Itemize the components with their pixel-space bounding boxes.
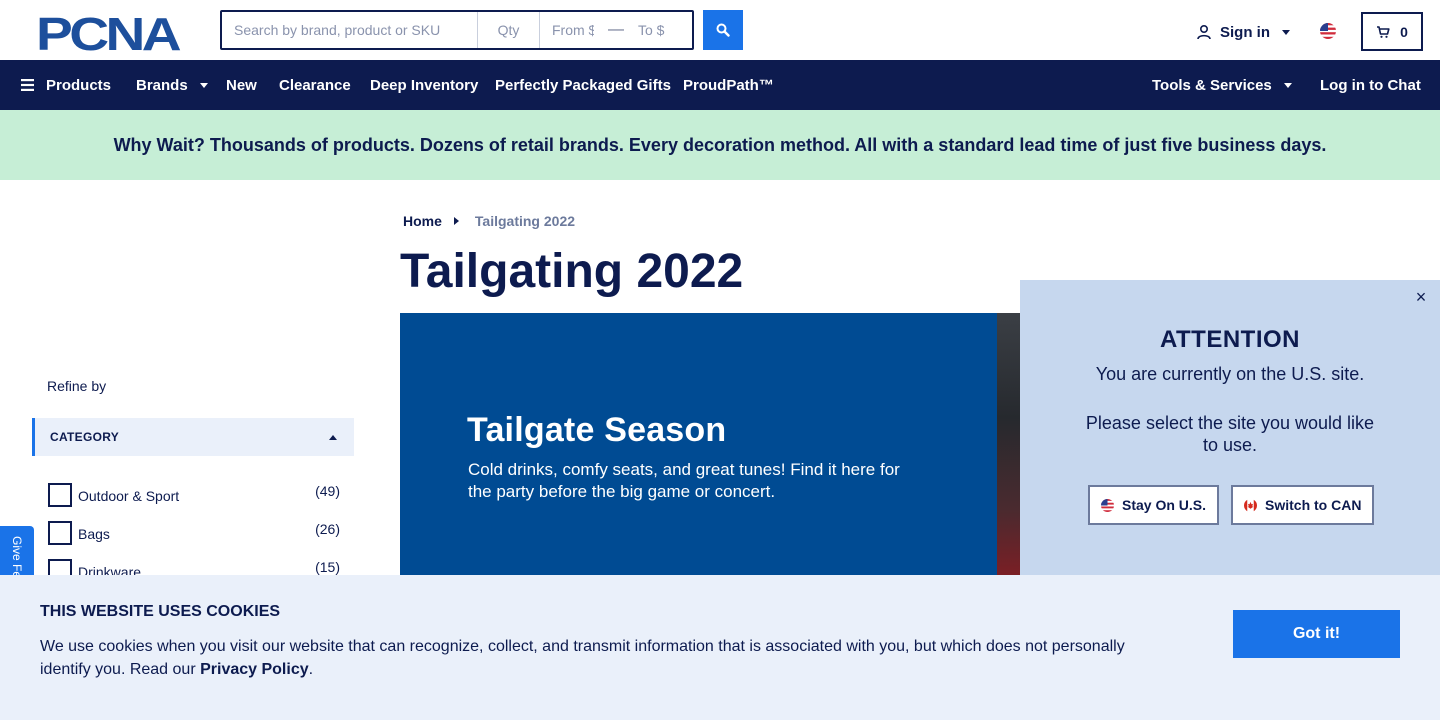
hamburger-icon: [21, 79, 34, 91]
stay-us-button[interactable]: Stay On U.S.: [1088, 485, 1220, 525]
cookie-end: .: [308, 661, 314, 678]
search-button[interactable]: [703, 10, 743, 50]
top-header: PCNA — Sign in: [0, 0, 1440, 60]
nav-chat-label: Log in to Chat: [1320, 76, 1421, 94]
nav-proudpath[interactable]: ProudPath™: [683, 60, 774, 110]
attention-current-site: You are currently on the U.S. site.: [1095, 364, 1365, 384]
got-it-button[interactable]: Got it!: [1233, 610, 1400, 658]
nav-brands-label: Brands: [136, 76, 188, 94]
cart-icon: [1377, 25, 1390, 38]
cookie-banner: THIS WEBSITE USES COOKIES We use cookies…: [0, 575, 1440, 720]
search-group: —: [220, 10, 694, 50]
page: PCNA — Sign in: [0, 0, 1440, 720]
price-range-dash: —: [608, 21, 624, 38]
page-title: Tailgating 2022: [400, 245, 744, 298]
stay-us-label: Stay On U.S.: [1122, 497, 1207, 513]
pcna-logo[interactable]: PCNA: [36, 12, 186, 52]
nav-clearance[interactable]: Clearance: [279, 60, 351, 110]
got-it-label: Got it!: [1292, 625, 1341, 642]
hero-title: Tailgate Season: [467, 411, 727, 449]
nav-clearance-label: Clearance: [279, 76, 351, 94]
category-label: Outdoor & Sport: [78, 488, 180, 504]
cookie-title: THIS WEBSITE USES COOKIES: [40, 603, 281, 620]
nav-gifts[interactable]: Perfectly Packaged Gifts: [495, 60, 671, 110]
close-icon[interactable]: ×: [1412, 288, 1430, 306]
cart-count: 0: [1400, 23, 1408, 40]
nav-gifts-label: Perfectly Packaged Gifts: [495, 76, 671, 94]
promo-banner: Why Wait? Thousands of products. Dozens …: [0, 110, 1440, 180]
sign-in-button[interactable]: Sign in: [1196, 20, 1290, 44]
sign-in-label: Sign in: [1220, 23, 1270, 41]
nav-deep-inventory[interactable]: Deep Inventory: [370, 60, 478, 110]
chevron-down-icon: [199, 82, 208, 88]
hero-banner[interactable]: Tailgate Season Cold drinks, comfy seats…: [400, 313, 1040, 575]
site-selector-popup: × ATTENTION You are currently on the U.S…: [1020, 280, 1440, 580]
category-count: (49): [315, 483, 340, 499]
category-filter-header[interactable]: CATEGORY: [32, 418, 354, 456]
canada-flag-icon: [1244, 498, 1257, 512]
user-icon: [1197, 24, 1211, 40]
category-option[interactable]: Outdoor & Sport (49): [48, 483, 340, 507]
nav-tools-label: Tools & Services: [1152, 76, 1272, 94]
switch-can-label: Switch to CAN: [1265, 497, 1362, 513]
us-flag-icon[interactable]: [1320, 23, 1336, 39]
nav-proudpath-label: ProudPath™: [683, 76, 774, 94]
nav-brands[interactable]: Brands: [136, 60, 208, 110]
category-header-label: CATEGORY: [50, 430, 120, 444]
search-icon: [716, 23, 730, 37]
logo-text: PCNA: [36, 12, 180, 52]
breadcrumb-current: Tailgating 2022: [474, 213, 576, 229]
category-count: (15): [315, 559, 340, 575]
category-count: (26): [315, 521, 340, 537]
breadcrumb-home[interactable]: Home: [403, 213, 442, 229]
promo-text: Why Wait? Thousands of products. Dozens …: [113, 134, 1327, 155]
nav-tools-services[interactable]: Tools & Services: [1152, 60, 1292, 110]
category-checkbox[interactable]: [48, 521, 72, 545]
qty-input[interactable]: [478, 12, 540, 48]
nav-products-label: Products: [46, 76, 112, 94]
refine-by-label: Refine by: [47, 378, 107, 394]
nav-new-label: New: [226, 76, 257, 94]
attention-title: ATTENTION: [1159, 326, 1301, 353]
attention-instruction: Please select the site you would like to…: [1085, 413, 1375, 455]
breadcrumb: Home Tailgating 2022: [403, 213, 575, 229]
chevron-right-icon: [453, 217, 459, 225]
chevron-down-icon: [1283, 82, 1292, 88]
price-from-input[interactable]: [540, 12, 606, 48]
privacy-policy-link[interactable]: Privacy Policy: [200, 661, 309, 678]
category-checkbox[interactable]: [48, 483, 72, 507]
hero-text: Cold drinks, comfy seats, and great tune…: [468, 460, 900, 501]
chevron-up-icon: [329, 435, 337, 440]
category-option[interactable]: Bags (26): [48, 521, 340, 545]
us-flag-icon: [1101, 498, 1114, 512]
category-label: Bags: [78, 526, 110, 542]
nav-chat[interactable]: Log in to Chat: [1320, 60, 1421, 110]
nav-products[interactable]: Products: [21, 60, 111, 110]
main-nav: Products Brands New Clearance Deep Inven…: [0, 60, 1440, 110]
cart-button[interactable]: 0: [1361, 12, 1423, 51]
price-to-input[interactable]: [626, 12, 692, 48]
nav-deep-inventory-label: Deep Inventory: [370, 76, 479, 94]
chevron-down-icon: [1282, 29, 1290, 35]
nav-new[interactable]: New: [226, 60, 257, 110]
switch-can-button[interactable]: Switch to CAN: [1231, 485, 1375, 525]
cookie-text: We use cookies when you visit our websit…: [40, 635, 1160, 681]
search-input[interactable]: [222, 12, 478, 48]
